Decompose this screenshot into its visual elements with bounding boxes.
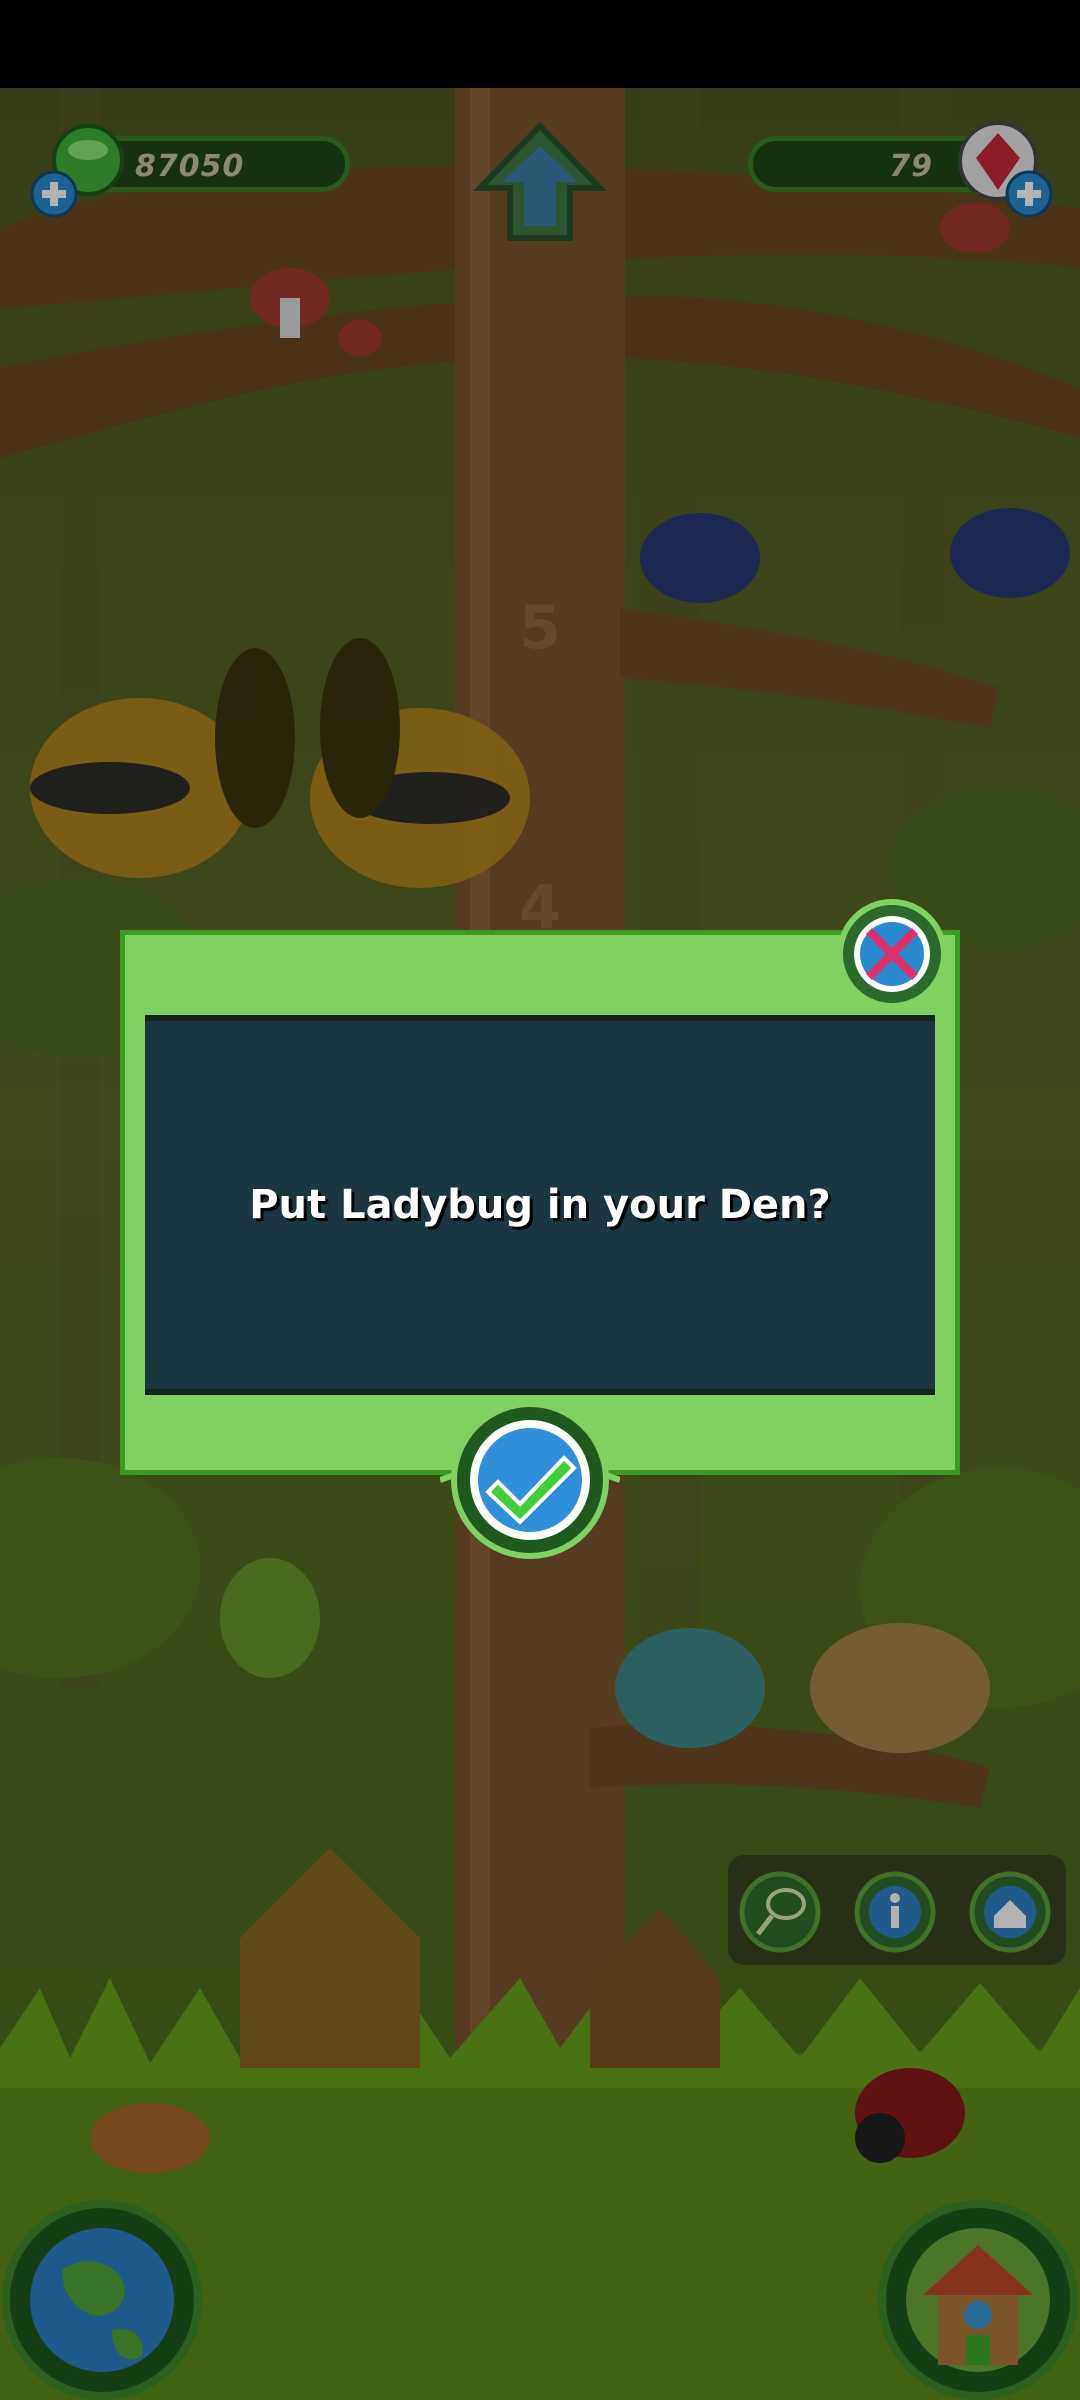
status-bar bbox=[0, 0, 1080, 88]
close-x-icon[interactable] bbox=[836, 898, 948, 1010]
dialog-message: Put Ladybug in your Den? bbox=[249, 1182, 831, 1228]
dialog-panel: Put Ladybug in your Den? bbox=[145, 1015, 935, 1395]
game-screen: 5 4 87050 79 Put Ladybug in your Den? bbox=[0, 0, 1080, 2400]
checkmark-icon[interactable] bbox=[440, 1400, 620, 1565]
confirm-dialog: Put Ladybug in your Den? bbox=[120, 930, 960, 1475]
